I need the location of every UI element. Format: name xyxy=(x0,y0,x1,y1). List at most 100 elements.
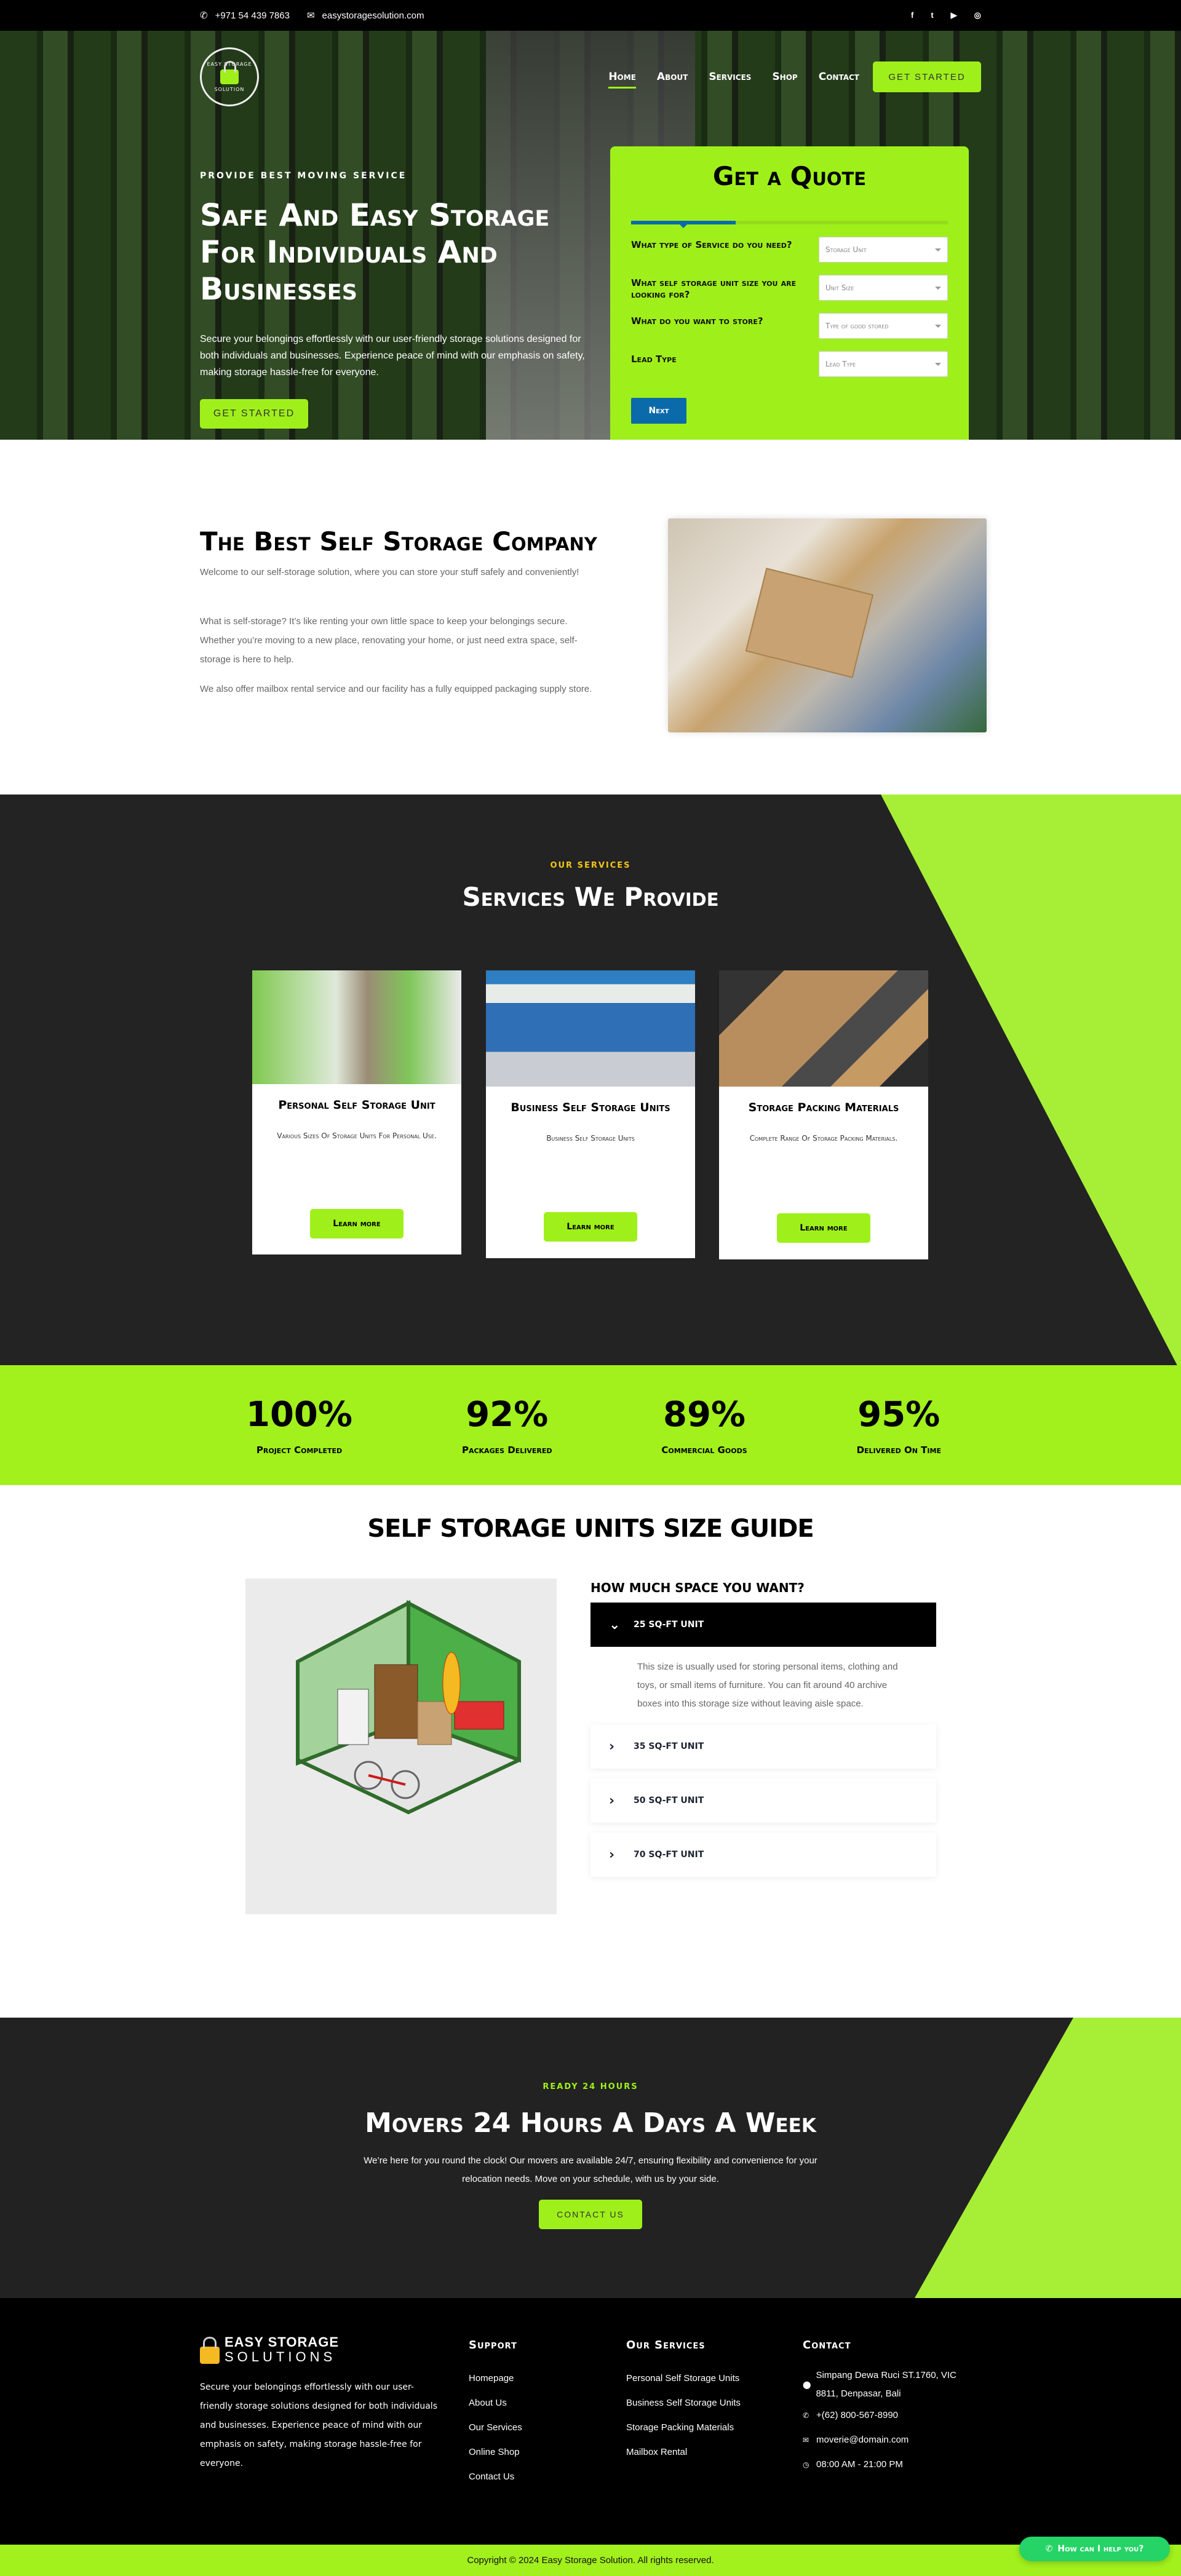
nav-get-started-button[interactable]: GET STARTED xyxy=(873,61,981,92)
stats-section: 100% Project Completed 92% Packages Delive… xyxy=(0,1365,1181,1485)
footer-support-column: Support Homepage About Us Our Services O… xyxy=(469,2339,522,2489)
accordion-item-35[interactable]: › 35 SQ-FT UNIT xyxy=(590,1724,936,1769)
envelope-icon: ✉ xyxy=(306,10,315,21)
chevron-down-icon: ⌄ xyxy=(609,1617,621,1633)
movers-carrying-box-image xyxy=(668,518,987,732)
footer-link[interactable]: About Us xyxy=(469,2391,522,2415)
service-type-select[interactable]: Storage Unit xyxy=(819,237,948,263)
social-links: f t ▶ ◎ xyxy=(911,10,981,20)
instagram-icon[interactable]: ◎ xyxy=(974,10,981,20)
movers-section: READY 24 HOURS Movers 24 Hours A Days A … xyxy=(0,2018,1181,2298)
accordion-body-25: This size is usually used for storing pe… xyxy=(637,1662,898,1709)
services-section: OUR SERVICES Services We Provide Persona… xyxy=(0,795,1181,1365)
stat-item: 89% Commercial Goods xyxy=(661,1395,747,1456)
size-guide-title: SELF STORAGE UNITS SIZE GUIDE xyxy=(367,1515,814,1543)
business-storage-image xyxy=(486,970,695,1087)
size-guide-section: SELF STORAGE UNITS SIZE GUIDE HOW MUCH S… xyxy=(0,1485,1181,2018)
movers-title: Movers 24 Hours A Days A Week xyxy=(365,2107,816,2139)
footer-link[interactable]: Storage Packing Materials xyxy=(626,2415,741,2440)
dropdown-caret-icon xyxy=(935,362,941,366)
site-logo[interactable]: EASY STORAGE SOLUTION xyxy=(200,47,259,106)
learn-more-button[interactable]: Learn more xyxy=(544,1212,637,1242)
quote-field-goods: What do you want to store? Type of good … xyxy=(631,313,948,339)
copyright-bar: Copyright © 2024 Easy Storage Solution. … xyxy=(0,2545,1181,2576)
location-pin-icon: ⬤ xyxy=(803,2380,811,2389)
footer-logo[interactable]: EASY STORAGE SOLUTIONS xyxy=(200,2335,339,2364)
facebook-icon[interactable]: f xyxy=(911,10,913,20)
learn-more-button[interactable]: Learn more xyxy=(777,1213,870,1243)
padlock-icon xyxy=(220,61,239,84)
footer-link[interactable]: Homepage xyxy=(469,2366,522,2391)
stat-item: 100% Project Completed xyxy=(246,1395,353,1456)
youtube-icon[interactable]: ▶ xyxy=(951,10,957,20)
about-section: The Best Self Storage Company Welcome to… xyxy=(0,440,1181,795)
size-guide-subtitle: HOW MUCH SPACE YOU WANT? xyxy=(590,1580,805,1595)
footer-link[interactable]: Personal Self Storage Units xyxy=(626,2366,741,2391)
service-card: Storage Packing Materials Complete Range… xyxy=(719,970,928,1259)
service-card: Personal Self Storage Unit Various Sizes… xyxy=(252,970,461,1254)
topbar-email[interactable]: ✉ easystoragesolution.com xyxy=(306,10,424,22)
topbar-phone[interactable]: ✆ +971 54 439 7863 xyxy=(200,10,290,22)
hero-section: EASY STORAGE SOLUTION Home About Service… xyxy=(0,31,1181,440)
services-title: Services We Provide xyxy=(462,882,719,912)
hero-get-started-button[interactable]: GET STARTED xyxy=(200,399,308,429)
hero-title: Safe And Easy Storage For Individuals An… xyxy=(200,197,550,307)
footer-address: ⬤ Simpang Dewa Ruci ST.1760, VIC 8811, De… xyxy=(803,2370,956,2399)
site-footer: EASY STORAGE SOLUTIONS Secure your belong… xyxy=(0,2298,1181,2576)
storage-unit-illustration xyxy=(245,1579,557,1914)
quote-form: Get a Quote What type of Service do you … xyxy=(610,146,969,440)
footer-link[interactable]: Business Self Storage Units xyxy=(626,2391,741,2415)
quote-title: Get a Quote xyxy=(712,161,867,191)
accordion-item-70[interactable]: › 70 SQ-FT UNIT xyxy=(590,1833,936,1877)
learn-more-button[interactable]: Learn more xyxy=(310,1209,404,1238)
unit-size-select[interactable]: Unit Size xyxy=(819,275,948,301)
dropdown-caret-icon xyxy=(935,286,941,290)
footer-link[interactable]: Mailbox Rental xyxy=(626,2440,741,2465)
twitter-icon[interactable]: t xyxy=(931,10,933,20)
phone-icon: ✆ xyxy=(803,2411,809,2420)
size-accordion: ⌄ 25 SQ-FT UNIT This size is usually used… xyxy=(590,1603,936,1877)
accordion-item-50[interactable]: › 50 SQ-FT UNIT xyxy=(590,1778,936,1823)
clock-icon: ◷ xyxy=(803,2460,809,2469)
footer-phone[interactable]: ✆ +(62) 800-567-8990 xyxy=(803,2403,981,2428)
dropdown-caret-icon xyxy=(935,248,941,252)
nav-services[interactable]: Services xyxy=(709,71,751,83)
chevron-right-icon: › xyxy=(609,1847,615,1863)
isometric-storage-unit-icon xyxy=(296,1600,521,1815)
goods-type-select[interactable]: Type of good stored xyxy=(819,313,948,339)
footer-link[interactable]: Online Shop xyxy=(469,2440,522,2465)
footer-description: Secure your belongings effortlessly with… xyxy=(200,2382,437,2468)
whatsapp-chat-button[interactable]: ✆ How can I help you? xyxy=(1019,2537,1170,2561)
packing-materials-image xyxy=(719,970,928,1087)
whatsapp-icon: ✆ xyxy=(1045,2544,1053,2554)
about-paragraph: What is self-storage? It’s like renting … xyxy=(200,616,578,665)
top-bar: ✆ +971 54 439 7863 ✉ easystoragesolution.c… xyxy=(0,0,1181,31)
lead-type-select[interactable]: Lead Type xyxy=(819,351,948,377)
nav-about[interactable]: About xyxy=(657,71,688,83)
quote-progress-pointer xyxy=(679,224,687,228)
footer-services-column: Our Services Personal Self Storage Units… xyxy=(626,2339,741,2465)
footer-link[interactable]: Our Services xyxy=(469,2415,522,2440)
chevron-right-icon: › xyxy=(609,1793,615,1809)
footer-contact-column: Contact ⬤ Simpang Dewa Ruci ST.1760, VIC … xyxy=(803,2339,981,2477)
services-eyebrow: OUR SERVICES xyxy=(550,861,631,870)
nav-home[interactable]: Home xyxy=(608,71,636,89)
phone-icon: ✆ xyxy=(200,10,208,21)
quote-progress-bar xyxy=(631,221,948,228)
quote-field-lead-type: Lead Type Lead Type xyxy=(631,351,948,377)
stat-item: 92% Packages Delivered xyxy=(461,1395,552,1456)
movers-eyebrow: READY 24 HOURS xyxy=(543,2082,638,2091)
movers-description: We’re here for you round the clock! Our … xyxy=(364,2155,817,2184)
footer-hours: ◷ 08:00 AM - 21:00 PM xyxy=(803,2452,981,2477)
contact-us-button[interactable]: CONTACT US xyxy=(539,2200,642,2229)
service-card: Business Self Storage Units Business Sel… xyxy=(486,970,695,1258)
nav-contact[interactable]: Contact xyxy=(819,71,859,83)
accordion-item-25[interactable]: ⌄ 25 SQ-FT UNIT xyxy=(590,1603,936,1647)
quote-field-unit-size: What self storage unit size you are look… xyxy=(631,275,948,301)
quote-next-button[interactable]: Next xyxy=(631,398,686,424)
about-paragraph: We also offer mailbox rental service and… xyxy=(200,684,592,694)
footer-link[interactable]: Contact Us xyxy=(469,2465,522,2489)
footer-email[interactable]: ✉ moverie@domain.com xyxy=(803,2428,981,2452)
nav-shop[interactable]: Shop xyxy=(772,71,797,83)
padlock-icon xyxy=(200,2337,220,2364)
